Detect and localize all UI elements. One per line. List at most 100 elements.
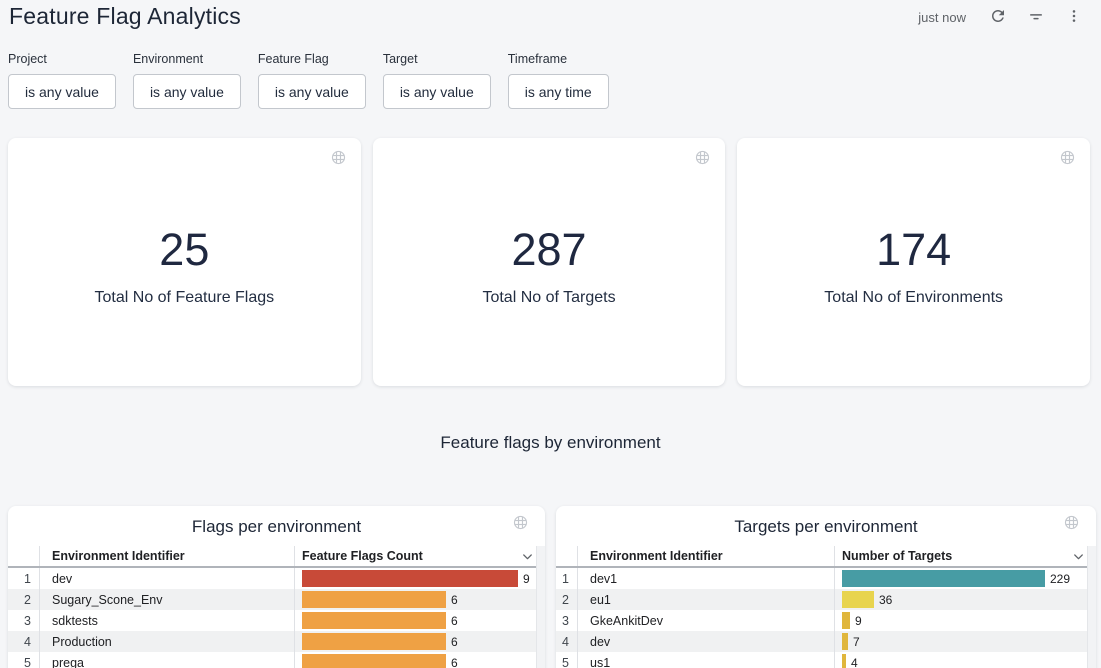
value-label: 9 [855, 614, 862, 628]
value-label: 4 [851, 656, 858, 668]
filter-project-button[interactable]: is any value [8, 74, 116, 109]
table-row: 2eu1 36 [556, 589, 1087, 610]
table-scrollbar-track[interactable] [536, 546, 545, 668]
filter-label: Feature Flag [258, 52, 366, 66]
value-label: 6 [451, 593, 458, 607]
filter-timeframe-button[interactable]: is any time [508, 74, 609, 109]
value-bar[interactable] [842, 591, 874, 608]
kpi-card-feature-flags: 25 Total No of Feature Flags [8, 138, 361, 386]
kpi-content: 25 Total No of Feature Flags [8, 224, 361, 307]
environment-identifier-cell[interactable]: dev [577, 631, 834, 652]
count-cell[interactable]: 6 [294, 610, 536, 631]
filter-environment-button[interactable]: is any value [133, 74, 241, 109]
filters-button[interactable] [1024, 5, 1048, 29]
value-label: 9 [523, 572, 530, 586]
row-index: 5 [556, 652, 577, 668]
value-bar[interactable] [302, 570, 518, 587]
row-index: 2 [556, 589, 577, 610]
dashboard-menu-button[interactable] [1062, 5, 1086, 29]
table-header-row: Environment Identifier Feature Flags Cou… [8, 546, 536, 568]
globe-icon [694, 149, 711, 171]
page-title: Feature Flag Analytics [9, 3, 241, 30]
table-scrollbar-track[interactable] [1087, 546, 1096, 668]
table-row: 5us1 4 [556, 652, 1087, 668]
environment-identifier-cell[interactable]: Production [39, 631, 294, 652]
index-column-header [8, 546, 39, 566]
targets-per-environment-card: Targets per environment Environment Iden… [556, 506, 1096, 668]
environment-identifier-cell[interactable]: Sugary_Scone_Env [39, 589, 294, 610]
globe-icon [512, 514, 529, 536]
number-of-targets-header: Number of Targets [834, 546, 1087, 566]
count-cell[interactable]: 6 [294, 652, 536, 668]
kpi-card-environments: 174 Total No of Environments [737, 138, 1090, 386]
kpi-value: 25 [8, 224, 361, 276]
filter-feature-flag-button[interactable]: is any value [258, 74, 366, 109]
filter-target: Target is any value [383, 52, 491, 109]
value-bar[interactable] [842, 570, 1045, 587]
filter-environment: Environment is any value [133, 52, 241, 109]
flags-table-body: 1dev92Sugary_Scone_Env63sdktests64Produc… [8, 568, 536, 668]
row-index: 1 [8, 568, 39, 589]
row-index: 5 [8, 652, 39, 668]
environment-identifier-cell[interactable]: dev1 [577, 568, 834, 589]
kpi-value: 287 [373, 224, 726, 276]
table-row: 5prega6 [8, 652, 536, 668]
value-bar[interactable] [302, 612, 446, 629]
value-bar[interactable] [302, 654, 446, 668]
count-cell[interactable]: 4 [834, 652, 1087, 668]
environment-identifier-cell[interactable]: GkeAnkitDev [577, 610, 834, 631]
filter-bar: Project is any value Environment is any … [8, 52, 609, 109]
table-row: 4dev7 [556, 631, 1087, 652]
table-row: 1dev 9 [8, 568, 536, 589]
value-label: 229 [1050, 572, 1070, 586]
column-header-label: Feature Flags Count [302, 549, 423, 563]
feature-flags-count-header: Feature Flags Count [294, 546, 536, 566]
environment-identifier-cell[interactable]: sdktests [39, 610, 294, 631]
kpi-row: 25 Total No of Feature Flags 287 Total N… [8, 138, 1090, 386]
count-cell[interactable]: 9 [834, 610, 1087, 631]
filter-label: Timeframe [508, 52, 609, 66]
column-header-label: Number of Targets [842, 549, 952, 563]
table-row: 1dev1229 [556, 568, 1087, 589]
chevron-down-icon[interactable] [1071, 549, 1086, 564]
count-cell[interactable]: 6 [294, 631, 536, 652]
kpi-label: Total No of Targets [373, 289, 726, 307]
environment-identifier-cell[interactable]: us1 [577, 652, 834, 668]
section-title: Feature flags by environment [0, 433, 1101, 453]
flags-per-environment-card: Flags per environment Environment Identi… [8, 506, 545, 668]
filter-timeframe: Timeframe is any time [508, 52, 609, 109]
environment-identifier-cell[interactable]: eu1 [577, 589, 834, 610]
count-cell[interactable]: 229 [834, 568, 1087, 589]
value-bar[interactable] [302, 591, 446, 608]
filter-icon [1027, 7, 1045, 28]
filter-target-button[interactable]: is any value [383, 74, 491, 109]
filter-label: Environment [133, 52, 241, 66]
value-bar[interactable] [842, 654, 846, 668]
environment-identifier-cell[interactable]: dev [39, 568, 294, 589]
refresh-button[interactable] [986, 5, 1010, 29]
count-cell[interactable]: 6 [294, 589, 536, 610]
value-label: 6 [451, 614, 458, 628]
row-index: 4 [8, 631, 39, 652]
index-column-header [556, 546, 577, 566]
last-refresh-text: just now [918, 10, 966, 25]
table-row: 2Sugary_Scone_Env 6 [8, 589, 536, 610]
value-bar[interactable] [842, 633, 848, 650]
value-label: 36 [879, 593, 892, 607]
globe-icon [330, 149, 347, 171]
environment-identifier-cell[interactable]: prega [39, 652, 294, 668]
value-bar[interactable] [842, 612, 850, 629]
value-label: 7 [853, 635, 860, 649]
header-controls: just now [918, 5, 1086, 29]
chevron-down-icon[interactable] [520, 549, 535, 564]
row-index: 2 [8, 589, 39, 610]
count-cell[interactable]: 9 [294, 568, 536, 589]
kpi-content: 174 Total No of Environments [737, 224, 1090, 307]
count-cell[interactable]: 36 [834, 589, 1087, 610]
filter-feature-flag: Feature Flag is any value [258, 52, 366, 109]
count-cell[interactable]: 7 [834, 631, 1087, 652]
flags-table: Environment Identifier Feature Flags Cou… [8, 546, 536, 668]
value-bar[interactable] [302, 633, 446, 650]
table-header-row: Environment Identifier Number of Targets [556, 546, 1087, 568]
globe-icon [1063, 514, 1080, 536]
